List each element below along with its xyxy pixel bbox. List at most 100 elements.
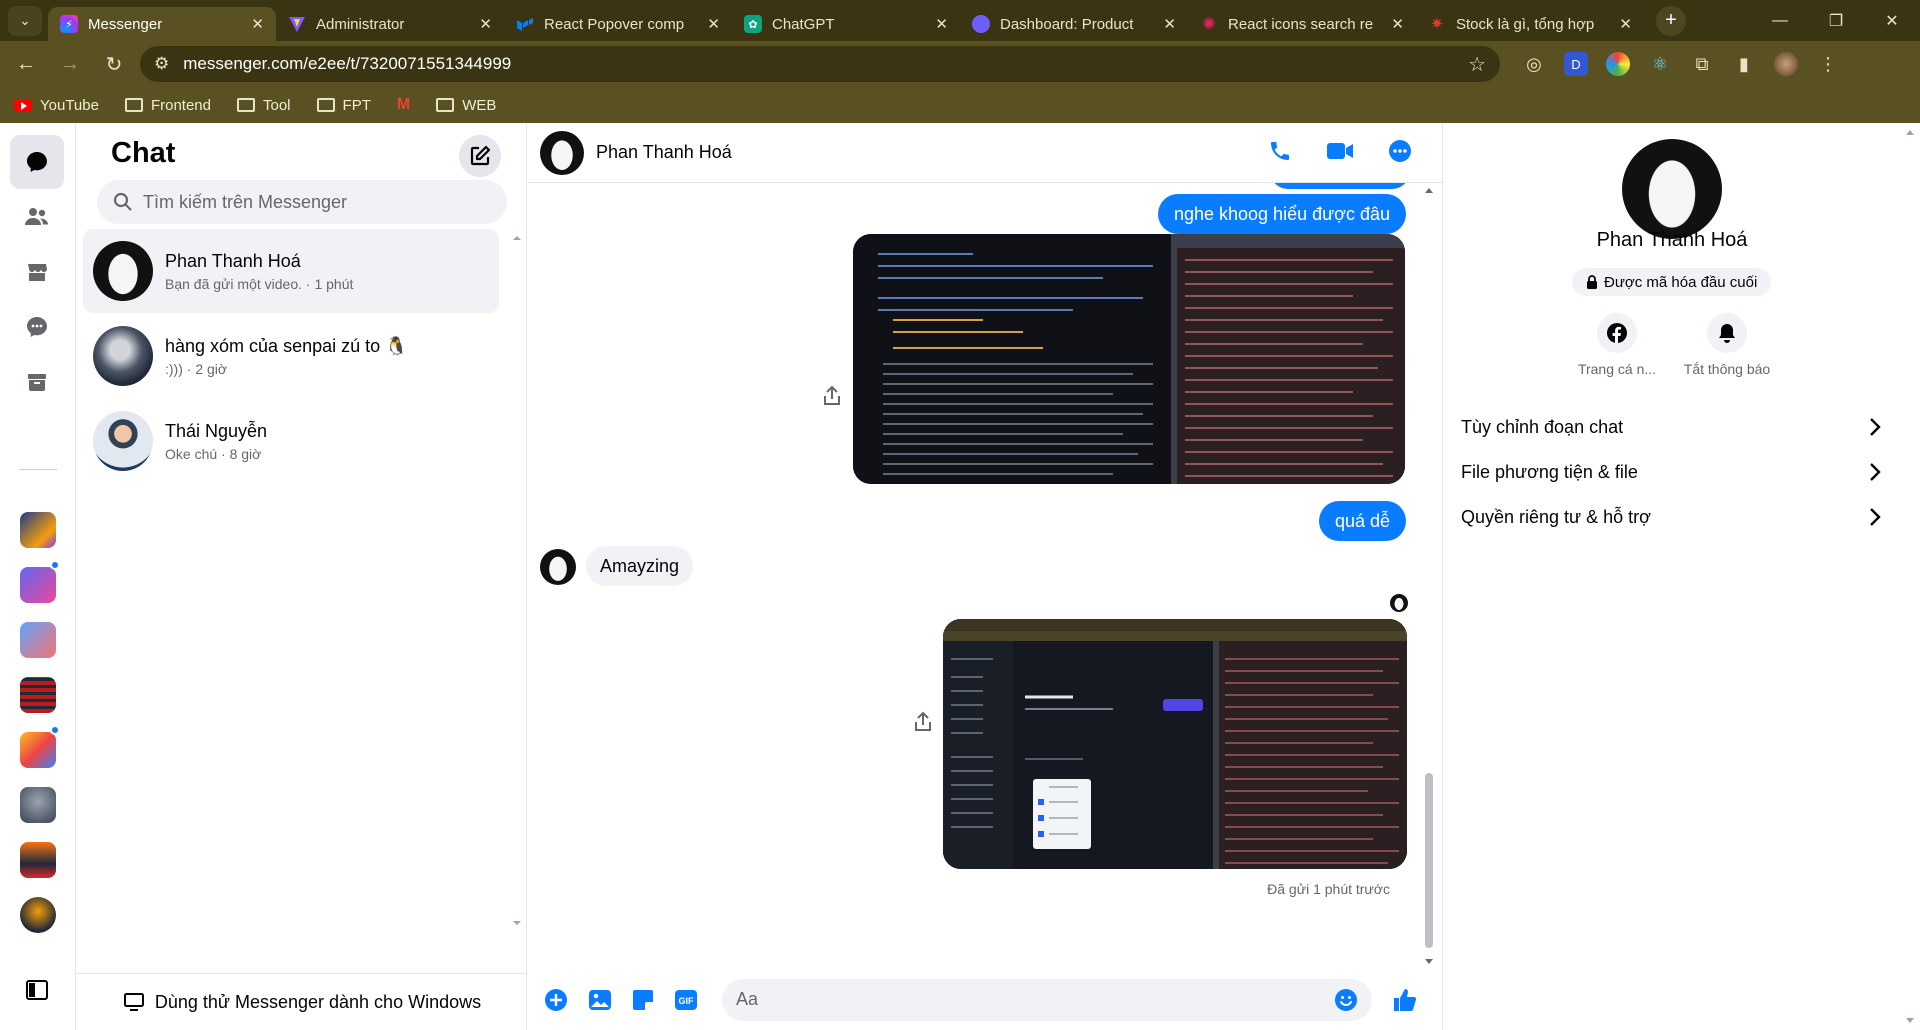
close-icon[interactable]: ✕	[479, 15, 492, 33]
new-tab-button[interactable]: +	[1656, 5, 1686, 36]
tab-search-button[interactable]: ⌄	[8, 5, 42, 36]
compass-extension-icon[interactable]: ◎	[1522, 52, 1546, 76]
d-extension-icon[interactable]: D	[1564, 52, 1588, 76]
rail-chats-button[interactable]	[10, 135, 64, 189]
close-icon[interactable]: ✕	[935, 15, 948, 33]
side-panel-icon[interactable]: ▮	[1732, 52, 1756, 76]
tab-react-icons[interactable]: ✺ React icons search re ✕	[1188, 7, 1416, 41]
message-input-field	[722, 978, 1372, 1021]
privacy-support-row[interactable]: Quyền riêng tư & hỗ trợ	[1461, 496, 1881, 538]
page-scrollbar[interactable]	[1900, 123, 1920, 1030]
browser-menu-icon[interactable]: ⋮	[1816, 52, 1840, 76]
site-settings-icon[interactable]: ⚙	[154, 54, 169, 74]
search-input[interactable]	[143, 191, 491, 213]
conversation-item[interactable]: hàng xóm của senpai zú to 🐧 :))) · 2 giờ	[83, 314, 499, 398]
mute-action[interactable]: Tắt thông báo	[1682, 313, 1772, 377]
thumbs-up-icon[interactable]	[1392, 987, 1418, 1013]
conversation-info-panel: Phan Thanh Hoá Được mã hóa đầu cuối Tran…	[1442, 123, 1900, 1030]
profile-avatar[interactable]	[1622, 139, 1722, 239]
close-window-icon[interactable]: ✕	[1864, 0, 1920, 41]
avatar[interactable]	[540, 130, 584, 175]
community-chat-avatar[interactable]	[20, 897, 56, 933]
new-message-button[interactable]	[459, 135, 501, 177]
mute-action-button[interactable]	[1707, 313, 1747, 353]
chat-list-scrollbar[interactable]	[509, 231, 525, 931]
share-icon[interactable]	[821, 385, 843, 407]
react-devtools-icon[interactable]: ⚛	[1648, 52, 1672, 76]
windows-app-promo[interactable]: Dùng thử Messenger dành cho Windows	[77, 973, 527, 1030]
rail-people-button[interactable]	[10, 190, 64, 244]
reload-icon[interactable]: ↻	[96, 46, 132, 82]
conversation-item[interactable]: Phan Thanh Hoá Bạn đã gửi một video. · 1…	[83, 229, 499, 313]
customize-chat-row[interactable]: Tùy chỉnh đoạn chat	[1461, 406, 1881, 448]
messages-scrollbar[interactable]	[1420, 183, 1438, 969]
bookmark-web[interactable]: WEB	[436, 97, 496, 114]
rail-archive-button[interactable]	[10, 355, 64, 409]
bookmark-youtube[interactable]: YouTube	[14, 97, 99, 114]
image-message[interactable]	[853, 234, 1405, 484]
avatar	[93, 241, 153, 301]
address-bar[interactable]: ⚙ messenger.com/e2ee/t/7320071551344999 …	[140, 46, 1500, 82]
outgoing-message[interactable]: nghe khoog hiểu được đâu	[1157, 194, 1406, 234]
sticker-icon[interactable]	[632, 989, 654, 1011]
community-chat-avatar[interactable]	[20, 732, 56, 768]
mui-favicon-icon	[516, 15, 534, 33]
conversation-item[interactable]: Thái Nguyễn Oke chú · 8 giờ	[83, 399, 499, 483]
community-chat-avatar[interactable]	[20, 567, 56, 603]
bookmark-fpt[interactable]: FPT	[316, 96, 371, 114]
url-text[interactable]: messenger.com/e2ee/t/7320071551344999	[183, 54, 1454, 74]
rail-marketplace-button[interactable]	[10, 245, 64, 299]
bookmark-tool[interactable]: Tool	[237, 97, 291, 114]
phone-icon[interactable]	[1268, 139, 1292, 163]
tab-stock[interactable]: ✷ Stock là gì, tổng hợp ✕	[1416, 7, 1644, 41]
back-arrow-icon[interactable]: ←	[8, 46, 44, 82]
video-call-icon[interactable]	[1326, 140, 1354, 162]
outgoing-message[interactable]: quá dễ	[1318, 501, 1406, 541]
profile-action[interactable]: Trang cá n...	[1572, 313, 1662, 377]
minimize-icon[interactable]: —	[1752, 0, 1808, 41]
close-icon[interactable]: ✕	[707, 15, 720, 33]
puzzle-extensions-icon[interactable]: ⧉	[1690, 52, 1714, 76]
community-chat-avatar[interactable]	[20, 842, 56, 878]
community-chat-avatar[interactable]	[20, 512, 56, 548]
photo-icon[interactable]	[588, 989, 612, 1011]
more-info-icon[interactable]	[1388, 139, 1412, 163]
tab-messenger[interactable]: ⚡ Messenger ✕	[48, 7, 276, 41]
plus-circle-icon[interactable]	[544, 988, 568, 1012]
close-icon[interactable]: ✕	[251, 15, 264, 33]
tab-dashboard[interactable]: Dashboard: Product ✕	[960, 7, 1188, 41]
community-chat-avatar[interactable]	[20, 677, 56, 713]
close-icon[interactable]: ✕	[1163, 15, 1176, 33]
profile-avatar[interactable]	[1774, 52, 1798, 76]
bookmark-star-icon[interactable]: ☆	[1468, 52, 1486, 77]
community-chat-avatar[interactable]	[20, 622, 56, 658]
forward-arrow-icon[interactable]: →	[52, 46, 88, 82]
profile-action-button[interactable]	[1597, 313, 1637, 353]
restore-icon[interactable]: ❐	[1808, 0, 1864, 41]
tab-chatgpt[interactable]: ✿ ChatGPT ✕	[732, 7, 960, 41]
e2e-badge[interactable]: Được mã hóa đầu cuối	[1572, 268, 1772, 296]
community-chat-avatar[interactable]	[20, 787, 56, 823]
rail-requests-button[interactable]	[10, 300, 64, 354]
avatar[interactable]	[540, 549, 576, 585]
color-extension-icon[interactable]	[1606, 52, 1630, 76]
rail-sidebar-toggle-button[interactable]	[10, 963, 64, 1017]
chevron-right-icon	[1870, 508, 1881, 526]
bookmark-label: FPT	[342, 96, 371, 114]
close-icon[interactable]: ✕	[1391, 15, 1404, 33]
media-files-row[interactable]: File phương tiện & file	[1461, 451, 1881, 493]
tab-administrator[interactable]: Administrator ✕	[276, 7, 504, 41]
gif-icon[interactable]: GIF	[674, 989, 698, 1011]
lock-icon	[1587, 275, 1597, 289]
vite-favicon-icon	[288, 15, 306, 33]
image-message[interactable]	[943, 619, 1407, 869]
tab-react-popover[interactable]: React Popover comp ✕	[504, 7, 732, 41]
close-icon[interactable]: ✕	[1619, 15, 1632, 33]
incoming-message[interactable]: Amayzing	[586, 546, 694, 586]
bookmark-frontend[interactable]: Frontend	[124, 97, 211, 114]
emoji-icon[interactable]	[1334, 988, 1358, 1012]
bookmark-gmail[interactable]: M	[397, 96, 410, 114]
conversation-title[interactable]: Phan Thanh Hoá	[596, 142, 732, 163]
share-icon[interactable]	[912, 711, 934, 733]
message-input[interactable]	[736, 989, 1334, 1010]
